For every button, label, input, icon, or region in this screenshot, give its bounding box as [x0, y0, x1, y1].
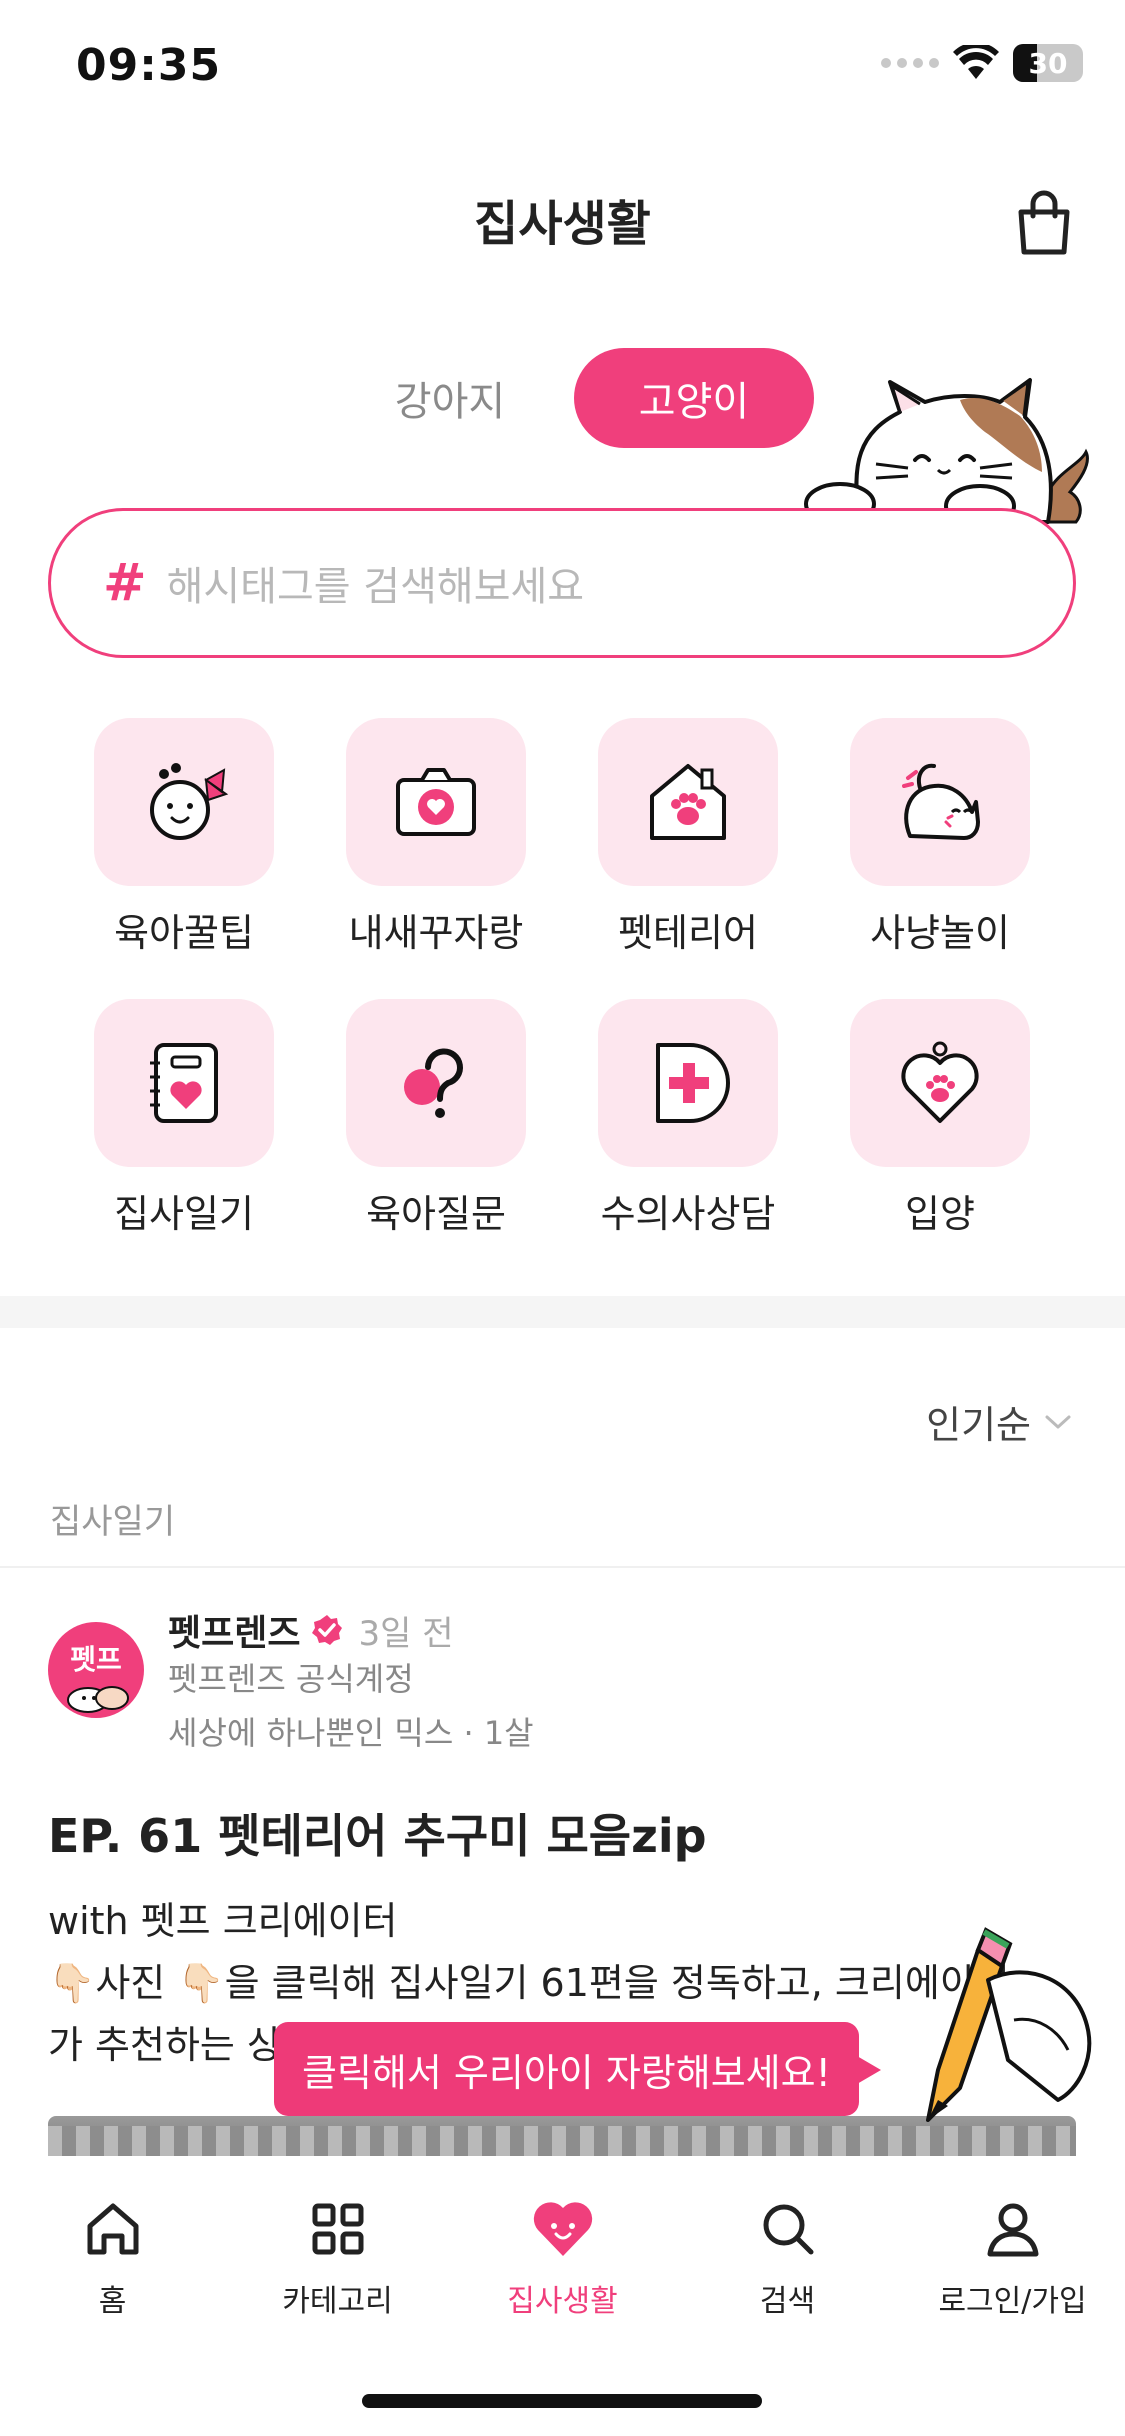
camera-heart-icon [396, 768, 476, 836]
nav-label: 로그인/가입 [938, 2284, 1087, 2319]
category-item-hunting-play[interactable]: 사냥놀이 [814, 718, 1066, 957]
status-indicators: 30 [881, 44, 1083, 82]
home-indicator[interactable] [362, 2394, 762, 2408]
shopping-bag-icon[interactable] [1009, 188, 1079, 258]
feed-category-label: 집사일기 [50, 1502, 176, 1542]
medical-cross-icon [656, 1043, 730, 1123]
heart-face-icon [533, 2202, 592, 2256]
category-label: 입양 [905, 1192, 975, 1236]
section-divider [0, 1296, 1125, 1328]
cellular-signal-icon [881, 58, 939, 68]
battery-icon: 30 [1013, 44, 1083, 82]
category-item-pet-interior[interactable]: 펫테리어 [562, 718, 814, 957]
category-item-parenting-tips[interactable]: 육아꿀팁 [58, 718, 310, 957]
category-item-vet-consult[interactable]: 수의사상담 [562, 999, 814, 1238]
post-title[interactable]: EP. 61 펫테리어 추구미 모음zip [48, 1800, 707, 1866]
avatar[interactable]: 펫프 [48, 1622, 144, 1718]
nav-label: 집사생활 [507, 2284, 618, 2319]
author-name[interactable]: 펫프렌즈 [168, 1604, 300, 1656]
status-bar: 09:35 30 [0, 0, 1125, 140]
nav-item-pet-life[interactable]: 집사생활 [450, 2166, 675, 2356]
category-label: 수의사상담 [600, 1192, 776, 1236]
category-item-diary[interactable]: 집사일기 [58, 999, 310, 1238]
category-label: 집사일기 [114, 1192, 254, 1236]
write-post-tooltip[interactable]: 클릭해서 우리아이 자랑해보세요! [274, 2022, 881, 2116]
nav-label: 홈 [98, 2284, 127, 2319]
nav-item-category[interactable]: 카테고리 [225, 2166, 450, 2356]
verified-badge-icon [312, 1615, 343, 1645]
category-item-adoption[interactable]: 입양 [814, 999, 1066, 1238]
category-label: 육아꿀팁 [114, 911, 254, 955]
post-time: 3일 전 [358, 1613, 454, 1654]
paw-house-icon [650, 764, 726, 840]
post-author-row: 펫프렌즈 3일 전 [168, 1604, 453, 1656]
tab-dog[interactable]: 강아지 [330, 348, 570, 448]
nav-item-home[interactable]: 홈 [0, 2166, 225, 2356]
status-time: 09:35 [76, 40, 222, 91]
pet-type-toggle: 강아지 고양이 [330, 348, 814, 448]
hashtag-icon: # [103, 553, 147, 613]
sort-dropdown[interactable]: 인기순 [926, 1394, 1073, 1449]
user-icon [987, 2203, 1038, 2257]
page-title: 집사생활 [474, 196, 651, 252]
chevron-down-icon [1045, 1415, 1071, 1428]
pencil-mascot-icon[interactable] [918, 1920, 1098, 2130]
feed-divider [0, 1566, 1125, 1568]
category-item-show-off[interactable]: 내새꾸자랑 [310, 718, 562, 957]
author-description: 펫프렌즈 공식계정 [168, 1660, 414, 1698]
category-grid: 육아꿀팁 내새꾸자랑 펫테리어 사냥놀이 집사일기 육아질문 수의사상담 입양 [58, 718, 1068, 1238]
question-icon [404, 1048, 463, 1118]
nav-label: 카테고리 [282, 2284, 393, 2319]
heart-paw-tag-icon [901, 1041, 979, 1123]
wifi-icon [953, 45, 999, 79]
cat-play-icon [902, 763, 980, 840]
category-label: 내새꾸자랑 [348, 911, 524, 955]
hashtag-search-input[interactable]: # 해시태그를 검색해보세요 [48, 508, 1076, 658]
category-label: 육아질문 [366, 1192, 506, 1236]
nav-item-login[interactable]: 로그인/가입 [900, 2166, 1125, 2356]
nav-item-search[interactable]: 검색 [675, 2166, 900, 2356]
search-placeholder: 해시태그를 검색해보세요 [166, 564, 585, 610]
tab-cat[interactable]: 고양이 [574, 348, 814, 448]
avatar-pet-illustration [67, 1686, 129, 1713]
category-label: 펫테리어 [618, 911, 758, 955]
baby-face-icon [150, 763, 229, 840]
grid-icon [312, 2203, 363, 2255]
app-header: 집사생활 [0, 160, 1125, 280]
diary-heart-icon [150, 1043, 218, 1123]
home-icon [87, 2203, 138, 2255]
battery-level: 30 [1028, 46, 1068, 80]
bottom-navigation: 홈 카테고리 집사생활 검색 로그인/가입 [0, 2166, 1125, 2356]
nav-label: 검색 [759, 2284, 816, 2319]
category-item-questions[interactable]: 육아질문 [310, 999, 562, 1238]
category-label: 사냥놀이 [870, 911, 1010, 955]
sort-label: 인기순 [926, 1403, 1031, 1447]
author-pet-info: 세상에 하나뿐인 믹스 · 1살 [168, 1714, 534, 1752]
search-icon [763, 2204, 813, 2255]
